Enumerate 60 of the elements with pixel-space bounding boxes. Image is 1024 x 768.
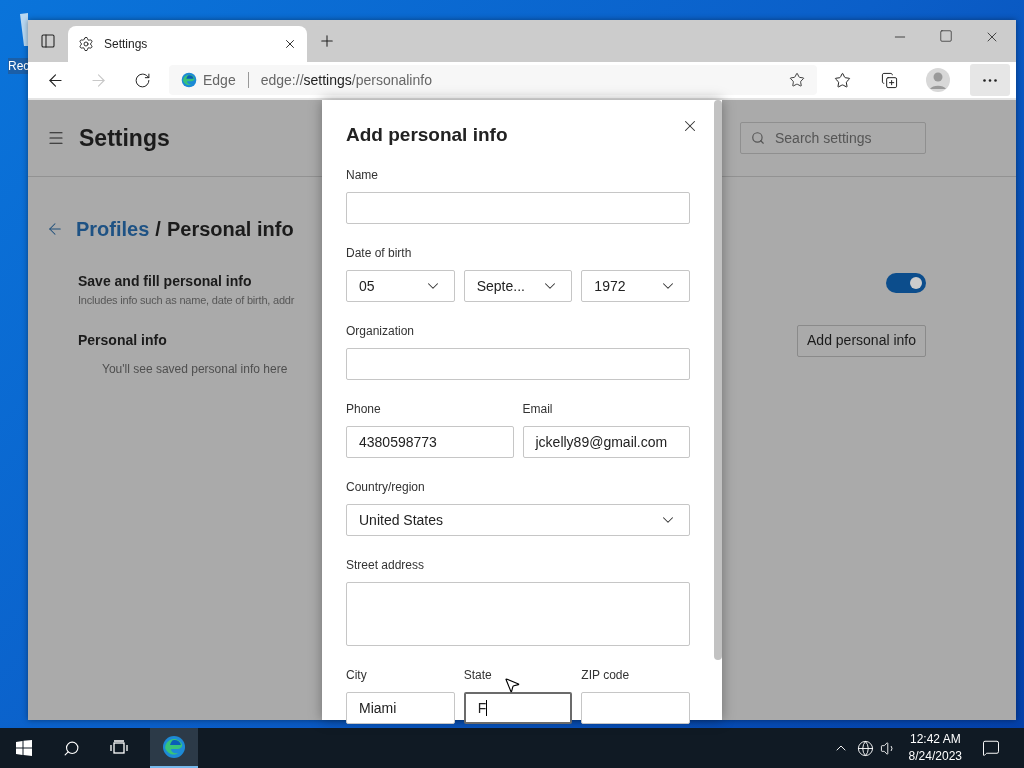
refresh-icon[interactable] bbox=[134, 71, 151, 89]
input-field[interactable]: jckelly89@gmail.com bbox=[522, 426, 690, 458]
field-label: Phone bbox=[346, 401, 382, 417]
section-heading: Personal info bbox=[78, 331, 167, 350]
select-field[interactable]: 05 bbox=[346, 270, 455, 302]
field-label: Country/region bbox=[346, 479, 426, 495]
windows-start-icon[interactable] bbox=[16, 740, 32, 756]
input-field[interactable] bbox=[346, 348, 690, 380]
field-label: State bbox=[463, 667, 493, 683]
star-plus-icon[interactable] bbox=[789, 72, 805, 88]
gear-icon bbox=[78, 36, 94, 52]
close-tab-icon[interactable] bbox=[283, 37, 297, 51]
field-label: Name bbox=[346, 167, 379, 183]
empty-message: You'll see saved personal info here bbox=[102, 360, 288, 378]
setting-label: Save and fill personal info bbox=[78, 272, 253, 290]
breadcrumb-separator: / bbox=[155, 217, 161, 242]
select-field[interactable]: United States bbox=[346, 504, 690, 536]
sidebar-icon[interactable] bbox=[40, 33, 56, 49]
input-field[interactable] bbox=[346, 192, 690, 224]
edge-logo-icon bbox=[162, 735, 186, 759]
breadcrumb-current: Personal info bbox=[166, 217, 294, 242]
field-label: Date of birth bbox=[346, 245, 413, 261]
dialog-title: Add personal info bbox=[346, 123, 508, 147]
new-tab-icon[interactable] bbox=[318, 32, 336, 50]
search-icon bbox=[751, 131, 765, 145]
more-icon bbox=[983, 78, 997, 82]
input-field[interactable] bbox=[581, 692, 690, 724]
scrollbar-thumb[interactable] bbox=[714, 100, 722, 660]
input-field[interactable]: 4380598773 bbox=[346, 426, 514, 458]
menu-icon[interactable] bbox=[47, 129, 65, 147]
toggle-switch[interactable] bbox=[886, 273, 926, 294]
select-field[interactable]: 1972 bbox=[581, 270, 690, 302]
taskbar-app[interactable] bbox=[150, 728, 198, 768]
textarea-field[interactable] bbox=[346, 582, 690, 646]
field-label: Email bbox=[522, 401, 554, 417]
maximize-icon[interactable] bbox=[939, 29, 953, 43]
input-field[interactable]: F bbox=[463, 692, 573, 724]
field-label: City bbox=[346, 667, 368, 683]
task-view-icon[interactable] bbox=[110, 740, 128, 756]
address-bar[interactable]: Edge edge://settings/personalinfo bbox=[169, 65, 817, 95]
url-text: edge://settings/personalinfo bbox=[260, 70, 433, 90]
browser-tab[interactable]: Settings bbox=[68, 26, 307, 62]
clock[interactable]: 12:42 AM 8/24/2023 bbox=[908, 731, 962, 765]
field-label: Organization bbox=[346, 323, 416, 339]
input-field[interactable]: Miami bbox=[346, 692, 455, 724]
edge-logo-icon bbox=[181, 72, 197, 88]
add-personal-info-button[interactable]: Add personal info bbox=[797, 324, 926, 357]
select-field[interactable]: Septe... bbox=[463, 270, 573, 302]
search-icon[interactable] bbox=[63, 739, 80, 757]
page-title: Settings bbox=[79, 123, 170, 153]
globe-icon[interactable] bbox=[856, 739, 874, 757]
field-label: Street address bbox=[346, 557, 426, 573]
cursor-icon bbox=[503, 676, 521, 694]
collections-icon[interactable] bbox=[881, 71, 898, 89]
setting-description: Includes info such as name, date of birth, addr bbox=[78, 293, 295, 308]
desktop-icon-label[interactable]: Rec bbox=[8, 58, 30, 74]
field-label: ZIP code bbox=[581, 667, 631, 683]
profile-avatar-icon[interactable] bbox=[926, 68, 950, 92]
notification-icon[interactable] bbox=[982, 739, 1000, 757]
favorites-icon[interactable] bbox=[834, 71, 851, 89]
